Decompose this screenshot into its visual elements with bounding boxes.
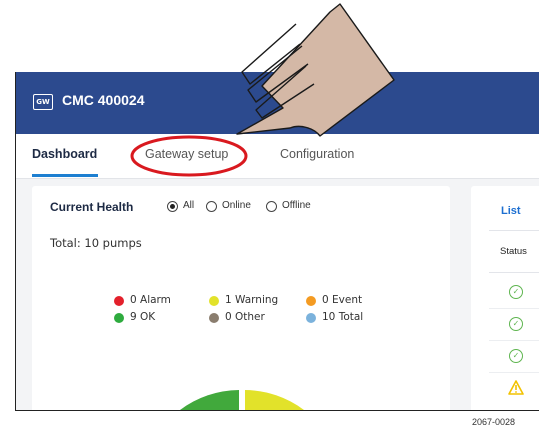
pointing-hand-icon: [236, 3, 395, 137]
annotation-overlay: [130, 3, 395, 177]
highlight-ellipse: [130, 135, 248, 177]
figure-caption: 2067-0028: [472, 417, 516, 427]
